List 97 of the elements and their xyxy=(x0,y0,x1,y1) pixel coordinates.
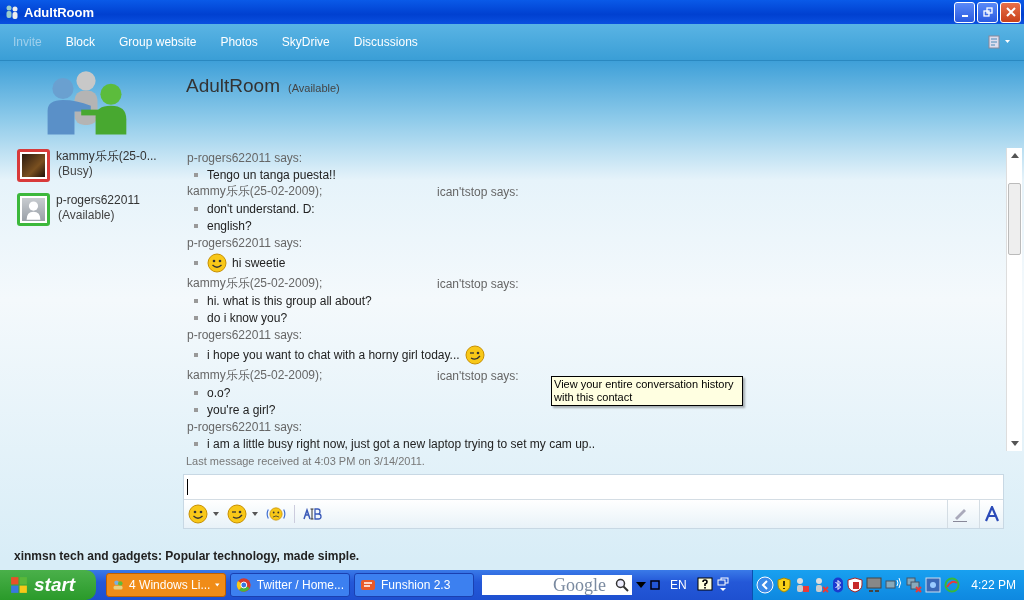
bullet-mark xyxy=(194,407,198,412)
sender-label: kammy乐乐(25-02-2009); xyxy=(187,367,324,384)
dropdown-arrow-icon[interactable] xyxy=(636,582,646,588)
smiley-face-icon xyxy=(207,253,227,273)
wink-button[interactable] xyxy=(227,504,258,524)
bullet-mark xyxy=(194,206,198,211)
sender-label: ican'tstop says: xyxy=(437,368,520,383)
bluetooth-icon[interactable] xyxy=(832,577,845,593)
scroll-down-icon[interactable] xyxy=(1010,441,1019,447)
message-text: i am a little busy right now, just got a new laptop trying to set my cam up.. xyxy=(207,436,596,451)
language-indicator[interactable]: EN xyxy=(664,578,693,592)
message-text: do i know you? xyxy=(207,310,288,325)
contact-item[interactable]: p-rogers622011 (Available) xyxy=(17,193,180,226)
conversation-title: AdultRoom xyxy=(186,75,280,97)
caret-icon xyxy=(215,583,220,587)
shield-icon[interactable] xyxy=(847,577,864,593)
scrollbar[interactable] xyxy=(1006,148,1022,451)
menu-icon xyxy=(988,35,1012,49)
sender-label: p-rogers622011 says: xyxy=(187,327,304,342)
scroll-up-icon[interactable] xyxy=(1010,152,1019,158)
scrollbar-thumb[interactable] xyxy=(1008,183,1021,255)
emoticon-button[interactable] xyxy=(188,504,219,524)
window-title: AdultRoom xyxy=(24,4,95,20)
toolbar-link[interactable]: Group website xyxy=(119,35,197,49)
search-icon xyxy=(612,575,632,595)
minimize-icon xyxy=(961,14,968,17)
contact-item[interactable]: kammy乐乐(25-0... (Busy) xyxy=(17,149,180,182)
toolbar-link[interactable]: Block xyxy=(65,35,96,49)
help-icon[interactable] xyxy=(696,577,713,593)
sender-label: p-rogers622011 says: xyxy=(187,419,304,434)
bullet-mark xyxy=(194,315,198,320)
last-message-info: Last message received at 4:03 PM on 3/14/2011. xyxy=(185,454,426,469)
minimize-button[interactable] xyxy=(954,1,975,23)
message-text: don't understand. D: xyxy=(207,201,315,216)
message-text: o.o? xyxy=(207,385,231,400)
browser-icon xyxy=(236,577,252,593)
clock: 4:22 PM xyxy=(971,578,1016,592)
taskbar-button[interactable]: 4 Windows Li... xyxy=(106,573,226,597)
bullet-mark xyxy=(194,441,198,446)
contact-status: (Available) xyxy=(57,208,116,223)
shield-icon[interactable] xyxy=(777,577,792,593)
chevron-left-icon[interactable] xyxy=(756,576,775,594)
message-text: hi. what is this group all about? xyxy=(207,293,372,308)
taskbar-button[interactable]: Twitter / Home... xyxy=(230,573,350,597)
winking-face-icon xyxy=(464,345,485,365)
toolbar-link[interactable]: SkyDrive xyxy=(281,35,330,49)
restore-button[interactable] xyxy=(977,1,998,23)
smiley-face-icon xyxy=(188,504,208,524)
conversation-status: (Available) xyxy=(288,82,340,94)
bullet-mark xyxy=(194,390,198,395)
menu-button[interactable] xyxy=(988,35,1012,49)
tooltip: View your entire conversation history with this contact xyxy=(551,376,743,406)
sender-label: ican'tstop says: xyxy=(437,276,520,291)
bullet-mark xyxy=(194,223,198,228)
message-text: you're a girl? xyxy=(207,402,276,417)
toolbar-link[interactable]: Photos xyxy=(220,35,258,49)
message-text: english? xyxy=(207,218,252,233)
monitor-icon[interactable] xyxy=(866,577,883,593)
search-field[interactable]: Google xyxy=(482,575,612,595)
sender-label: kammy乐乐(25-02-2009); xyxy=(187,183,324,200)
sender-label: p-rogers622011 says: xyxy=(187,150,304,165)
people-icon xyxy=(112,577,125,593)
caret-icon xyxy=(252,512,258,516)
close-button[interactable] xyxy=(1000,1,1021,23)
sender-label: p-rogers622011 says: xyxy=(187,235,304,250)
bullet-mark xyxy=(194,172,198,177)
winking-face-icon xyxy=(227,504,247,524)
network-icon[interactable] xyxy=(906,577,923,593)
contact-name: kammy乐乐(25-0... xyxy=(56,149,157,164)
person-icon[interactable] xyxy=(813,577,830,593)
player-icon xyxy=(360,577,376,593)
toolbar-link[interactable]: Discussions xyxy=(353,35,418,49)
sender-label: ican'tstop says: xyxy=(437,184,520,199)
restore-icon xyxy=(982,7,993,17)
caret-icon xyxy=(213,512,219,516)
start-button[interactable]: start xyxy=(0,570,96,600)
sender-label: kammy乐乐(25-02-2009); xyxy=(187,275,324,292)
letter-a-icon xyxy=(983,506,1000,522)
windows-icon[interactable] xyxy=(716,577,729,593)
message-text: hi sweetie xyxy=(232,256,286,270)
people-icon xyxy=(4,4,20,20)
handwriting-toggle-icon[interactable] xyxy=(303,507,323,521)
windows-logo-icon xyxy=(10,576,28,594)
window-icon[interactable] xyxy=(650,580,660,590)
taskbar-button[interactable]: Funshion 2.3 xyxy=(354,573,474,597)
ad-text[interactable]: xinmsn tech and gadgets: Popular technology, made simple. xyxy=(0,538,1024,570)
bullet-mark xyxy=(194,298,198,303)
message-text: Tengo un tanga puesta!! xyxy=(207,167,336,182)
contact-status: (Busy) xyxy=(57,164,94,179)
contact-name: p-rogers622011 xyxy=(56,193,140,208)
app-window-icon[interactable] xyxy=(925,577,942,593)
pen-icon xyxy=(951,506,968,522)
close-icon xyxy=(1005,7,1016,17)
bullet-mark xyxy=(194,353,198,357)
nudge-icon[interactable] xyxy=(266,504,286,524)
bullet-mark xyxy=(194,261,198,265)
message-text: i hope you want to chat with a horny girl today... xyxy=(207,348,460,362)
